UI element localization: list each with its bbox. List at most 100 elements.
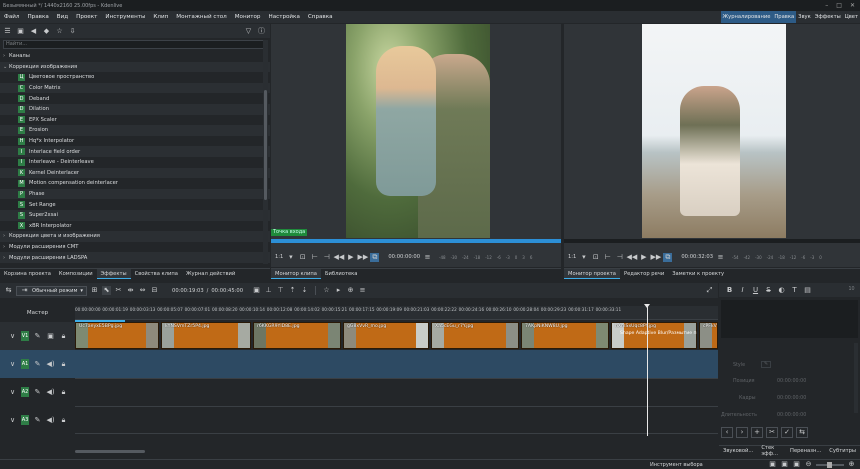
effect-item[interactable]: K Kernel Deinterlacer [0, 167, 270, 179]
mute-icon[interactable]: ◀) [46, 388, 55, 397]
effect-item[interactable]: XxBR Interpolator [0, 221, 270, 232]
subtitle-text-area[interactable] [721, 300, 858, 338]
project-zoom[interactable]: 1:1 [568, 254, 576, 260]
workspace-logging[interactable]: Журналирование [720, 11, 773, 23]
info-icon[interactable]: ⓘ [257, 27, 266, 36]
italic-icon[interactable]: I [738, 286, 747, 295]
menu-icon[interactable]: ≡ [423, 253, 432, 262]
play-icon[interactable]: ▶ [346, 253, 355, 262]
slip-tool-icon[interactable]: ⇔ [138, 286, 147, 295]
close-icon[interactable]: ✕ [850, 2, 855, 9]
effect-item[interactable]: C Color Matrix [0, 82, 270, 94]
lock-icon[interactable]: 🔒︎ [59, 388, 68, 397]
clip-monitor-ruler[interactable] [271, 239, 561, 243]
timeline-clip[interactable]: Xa5cEGu_r7Y.jpg [431, 322, 519, 349]
list-icon[interactable]: ☰ [3, 27, 12, 36]
video-thumbs-icon[interactable]: ▣ [792, 460, 801, 469]
menu-settings[interactable]: Настройка [264, 14, 303, 20]
effect-category[interactable]: › Каналы [0, 51, 270, 62]
effect-item[interactable]: I Interlace field order [0, 146, 270, 157]
select-tool-icon[interactable]: ⬉ [102, 286, 112, 295]
play-icon[interactable]: ▶ [639, 253, 648, 262]
tab[interactable]: Корзина проекта [0, 269, 55, 279]
zoom-dropdown-icon[interactable]: ▾ [286, 253, 295, 262]
rewind-icon[interactable]: ◀◀ [626, 253, 637, 262]
effects-scrollbar[interactable] [263, 40, 268, 264]
effect-item[interactable]: M Motion compensation deinterlacer [0, 178, 270, 189]
timeline-clip[interactable]: Uc7aeyxE5BPg.jpg [75, 322, 159, 349]
menu-icon[interactable]: ≡ [716, 253, 725, 262]
add-subtitle-icon[interactable]: + [751, 427, 763, 438]
lock-icon[interactable]: 🔒︎ [59, 332, 68, 341]
effect-item[interactable]: P Phase [0, 188, 270, 200]
menu-tools[interactable]: Инструменты [101, 14, 149, 20]
maximize-icon[interactable]: □ [836, 2, 842, 9]
set-out-icon[interactable]: ⊣ [322, 253, 331, 262]
workspace-audio[interactable]: Звук [796, 11, 813, 23]
spacer-tool-icon[interactable]: ⇹ [126, 286, 135, 295]
collapse-icon[interactable]: ∨ [8, 332, 17, 341]
tab[interactable]: Свойства клипа [131, 269, 182, 279]
effect-category[interactable]: › Модули расширения CMT [0, 242, 270, 253]
track-a2-header[interactable]: ∨ A2 ✎ ◀) 🔒︎ [0, 378, 75, 406]
tab[interactable]: Стек эфф... [757, 445, 786, 457]
menu-file[interactable]: Файл [0, 14, 23, 20]
workspace-effects[interactable]: Эффекты [813, 11, 843, 23]
track-a1-header[interactable]: ∨ A1 ✎ ◀) 🔒︎ [0, 350, 75, 378]
duration-field[interactable]: 00:00:00:00 [777, 413, 806, 418]
bold-icon[interactable]: B [725, 286, 734, 295]
mixer-icon[interactable]: ≡ [358, 286, 367, 295]
timeline-clip[interactable]: 7AKpNiKNW8U.jpg [521, 322, 609, 349]
effect-item[interactable]: H Hq*x Interpolator [0, 136, 270, 147]
scrollbar-handle[interactable] [264, 90, 267, 200]
tab[interactable]: Звуковой... [719, 446, 757, 456]
snap-icon[interactable]: ⊞ [90, 286, 99, 295]
timeline-clip[interactable]: r6KKGR9YlD8E.jpg [253, 322, 341, 349]
split-audio-icon[interactable]: ▣ [252, 286, 261, 295]
swap-icon[interactable]: ⇆ [796, 427, 808, 438]
effect-item[interactable]: I Interleave - Deinterleave [0, 157, 270, 168]
effects-icon[interactable]: ✎ [33, 332, 42, 341]
effects-icon[interactable]: ✎ [33, 360, 42, 369]
underline-icon[interactable]: U [751, 286, 760, 295]
clip-timecode[interactable]: 00:00:00:00 [388, 254, 420, 260]
marker-icon[interactable]: ⊕ [346, 286, 355, 295]
effect-category[interactable]: › Модули расширения LADSPA [0, 252, 270, 263]
workspace-color[interactable]: Цвет [843, 11, 860, 23]
effect-category[interactable]: ⌄ Коррекция изображения [0, 61, 270, 73]
menu-project[interactable]: Проект [72, 14, 101, 20]
effect-item[interactable]: E Erosion [0, 125, 270, 136]
text-icon[interactable]: T [790, 286, 799, 295]
download-icon[interactable]: ⇩ [68, 27, 77, 36]
video-effects-icon[interactable]: ▣ [16, 27, 25, 36]
playhead-marker[interactable] [644, 304, 650, 308]
hide-icon[interactable]: ▣ [46, 332, 55, 341]
razor-tool-icon[interactable]: ✂ [114, 286, 123, 295]
set-out-icon[interactable]: ⊣ [615, 253, 624, 262]
audio-thumbs-icon[interactable]: ▣ [780, 460, 789, 469]
prev-subtitle-icon[interactable]: ‹ [721, 427, 733, 438]
zoom-slider[interactable] [816, 461, 844, 468]
tab[interactable]: Журнал действий [182, 269, 239, 279]
zoom-out-icon[interactable]: ⤢ [705, 286, 714, 295]
mute-icon[interactable]: ◀) [46, 360, 55, 369]
multicam-tool-icon[interactable]: ⊟ [150, 286, 159, 295]
font-size-field[interactable]: 10 [847, 286, 856, 295]
frames-field[interactable]: 00:00:00:00 [777, 396, 806, 401]
preview-render-icon[interactable]: ▸ [334, 286, 343, 295]
master-track-header[interactable]: Мастер [0, 306, 75, 320]
favorite-effect-icon[interactable]: ☆ [322, 286, 331, 295]
menu-view[interactable]: Вид [53, 14, 72, 20]
next-subtitle-icon[interactable]: › [736, 427, 748, 438]
menu-help[interactable]: Справка [304, 14, 337, 20]
tab[interactable]: Заметки к проекту [668, 269, 728, 279]
insert-icon[interactable]: ⊥ [264, 286, 273, 295]
effects-search-input[interactable]: Найти... [3, 40, 267, 49]
minimize-icon[interactable]: – [825, 2, 828, 9]
mute-icon[interactable]: ◀) [46, 416, 55, 425]
tab[interactable]: Переназн... [786, 446, 825, 456]
cut-subtitle-icon[interactable]: ✂ [766, 427, 778, 438]
extract-icon[interactable]: ⇣ [300, 286, 309, 295]
color-icon[interactable]: ◐ [777, 286, 786, 295]
shadow-icon[interactable]: ▤ [803, 286, 812, 295]
